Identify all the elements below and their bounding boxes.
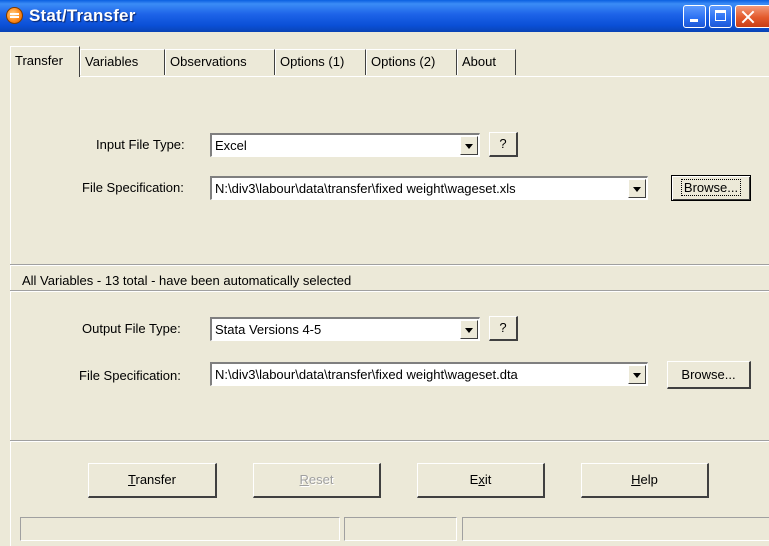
selection-status-text: All Variables - 13 total - have been aut…: [22, 273, 352, 288]
status-bar-pane: [462, 517, 769, 541]
reset-button[interactable]: Reset: [253, 463, 381, 498]
minimize-button[interactable]: [683, 5, 706, 28]
close-button[interactable]: [735, 5, 769, 28]
help-mnemonic: H: [631, 472, 641, 487]
output-help-button[interactable]: ?: [489, 316, 518, 341]
tab-transfer[interactable]: Transfer: [10, 46, 80, 77]
divider: [10, 290, 769, 292]
tab-observations[interactable]: Observations: [165, 49, 275, 75]
tab-about[interactable]: About: [457, 49, 516, 75]
output-file-type-value: Stata Versions 4-5: [215, 322, 322, 337]
help-button[interactable]: Help: [581, 463, 709, 498]
output-file-spec-value: N:\div3\labour\data\transfer\fixed weigh…: [215, 367, 518, 382]
input-help-button[interactable]: ?: [489, 132, 518, 157]
window-title: Stat/Transfer: [29, 6, 136, 25]
exit-label-end: it: [484, 472, 492, 487]
output-file-spec-select[interactable]: N:\div3\labour\data\transfer\fixed weigh…: [210, 362, 648, 386]
transfer-mnemonic: T: [128, 472, 136, 487]
app-icon[interactable]: [6, 7, 23, 24]
input-file-spec-select[interactable]: N:\div3\labour\data\transfer\fixed weigh…: [210, 176, 648, 200]
input-file-spec-value: N:\div3\labour\data\transfer\fixed weigh…: [215, 181, 516, 196]
reset-label: eset: [308, 472, 334, 487]
transfer-label: ransfer: [135, 472, 176, 487]
chevron-down-icon[interactable]: [460, 320, 478, 339]
title-bar[interactable]: Stat/Transfer: [0, 0, 769, 32]
input-browse-label: Browse...: [680, 179, 742, 196]
output-file-type-label: Output File Type:: [82, 321, 181, 336]
chevron-down-icon[interactable]: [628, 179, 646, 198]
input-help-label: ?: [499, 136, 507, 151]
divider: [10, 264, 769, 266]
help-label: elp: [640, 472, 658, 487]
status-bar-pane: [20, 517, 340, 541]
input-file-spec-label: File Specification:: [82, 180, 184, 195]
tab-variables[interactable]: Variables: [80, 49, 165, 75]
output-browse-button[interactable]: Browse...: [667, 361, 751, 389]
input-file-type-value: Excel: [215, 138, 247, 153]
status-bar-pane: [344, 517, 457, 541]
output-file-spec-label: File Specification:: [79, 368, 181, 383]
chevron-down-icon[interactable]: [460, 136, 478, 155]
transfer-button[interactable]: Transfer: [88, 463, 217, 498]
exit-button[interactable]: Exit: [417, 463, 545, 498]
output-help-label: ?: [499, 320, 507, 335]
chevron-down-icon[interactable]: [628, 365, 646, 384]
input-browse-button[interactable]: Browse...: [671, 175, 751, 201]
input-file-type-select[interactable]: Excel: [210, 133, 480, 157]
tab-options-1[interactable]: Options (1): [275, 49, 366, 75]
reset-mnemonic: R: [299, 472, 309, 487]
output-file-type-select[interactable]: Stata Versions 4-5: [210, 317, 480, 341]
tab-options-2[interactable]: Options (2): [366, 49, 457, 75]
maximize-button[interactable]: [709, 5, 732, 28]
input-file-type-label: Input File Type:: [96, 137, 185, 152]
divider: [10, 440, 769, 442]
output-browse-label: Browse...: [681, 367, 736, 382]
